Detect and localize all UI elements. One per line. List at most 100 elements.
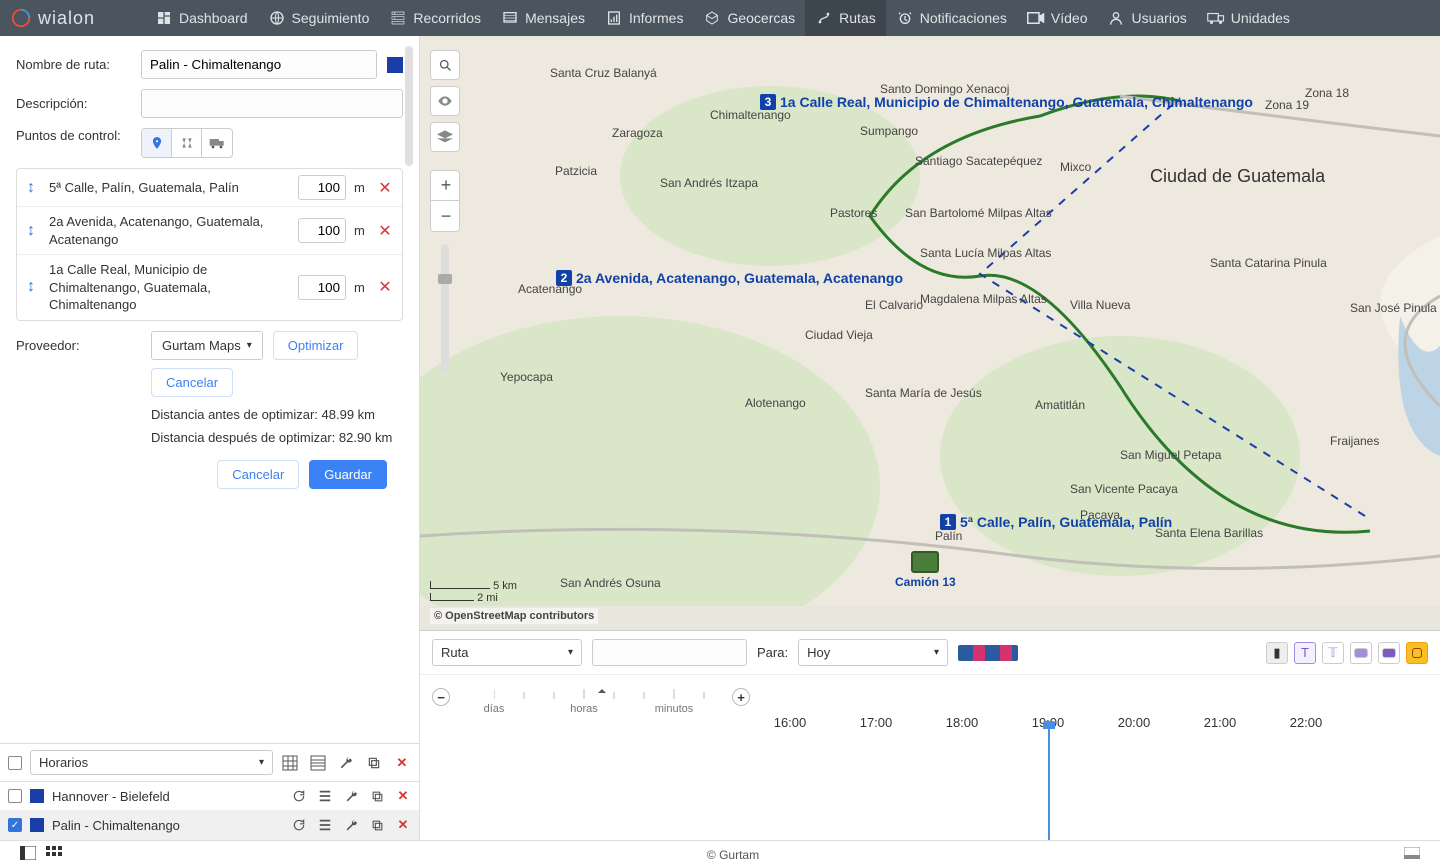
save-button[interactable]: Guardar [309, 460, 387, 489]
layout-grid-icon[interactable] [46, 846, 62, 863]
checkpoint-radius-input[interactable] [298, 275, 346, 300]
checkpoint-list: ↕5ª Calle, Palín, Guatemala, Palínm✕↕2a … [16, 168, 403, 321]
tl-view-4-icon[interactable] [1350, 642, 1372, 664]
route-name-input[interactable] [141, 50, 377, 79]
map-visibility-icon[interactable] [430, 86, 460, 116]
layout-split-icon[interactable] [20, 846, 36, 863]
drag-handle-icon[interactable]: ↕ [27, 278, 41, 296]
expand-icon[interactable] [1404, 847, 1420, 862]
dist-after-label: Distancia después de optimizar: [151, 430, 339, 445]
schedule-wrench-icon[interactable] [337, 754, 355, 772]
route-copy-icon[interactable] [369, 817, 385, 833]
nav-geocercas[interactable]: Geocercas [693, 0, 805, 36]
route-delete-icon[interactable]: ✕ [395, 817, 411, 833]
schedules-select[interactable]: Horarios▾ [30, 750, 273, 775]
checkpoint-unit-tool[interactable] [202, 129, 232, 157]
nav-mensajes[interactable]: Mensajes [491, 0, 595, 36]
timeline-route-select[interactable]: Ruta▾ [432, 639, 582, 666]
tl-view-1-icon[interactable]: ▮ [1266, 642, 1288, 664]
map-city-label: Patzicia [555, 164, 597, 178]
checkpoint-radius-input[interactable] [298, 175, 346, 200]
tl-view-3-icon[interactable]: 𝕋 [1322, 642, 1344, 664]
route-refresh-icon[interactable] [291, 817, 307, 833]
map[interactable]: + − Ciudad de GuatemalaSanta Cruz Balany… [420, 36, 1440, 630]
nav-notificaciones[interactable]: Notificaciones [886, 0, 1017, 36]
route-list-item[interactable]: ✓Palin - Chimaltenango✕ [0, 811, 419, 840]
map-marker-2[interactable]: 2 [556, 270, 572, 286]
map-marker-label: 2a Avenida, Acatenango, Guatemala, Acate… [576, 270, 903, 286]
route-copy-icon[interactable] [369, 788, 385, 804]
drag-handle-icon[interactable]: ↕ [27, 222, 41, 240]
checkpoint-delete-icon[interactable]: ✕ [378, 221, 392, 241]
nav-unidades[interactable]: Unidades [1197, 0, 1300, 36]
schedule-delete-icon[interactable]: ✕ [393, 754, 411, 772]
tl-view-6-icon[interactable] [1406, 642, 1428, 664]
checkpoint-geofence-tool[interactable] [172, 129, 202, 157]
map-city-label: Chimaltenango [710, 108, 791, 122]
checkpoint-marker-tool[interactable] [142, 129, 172, 157]
provider-select[interactable]: Gurtam Maps▾ [151, 331, 263, 360]
nav-recorridos[interactable]: Recorridos [379, 0, 491, 36]
map-city-label: Santa Catarina Pinula [1210, 256, 1327, 270]
map-search-icon[interactable] [430, 50, 460, 80]
route-refresh-icon[interactable] [291, 788, 307, 804]
map-attribution: © OpenStreetMap contributors [430, 608, 598, 624]
optimize-button[interactable]: Optimizar [273, 331, 359, 360]
checkpoint-delete-icon[interactable]: ✕ [378, 277, 392, 297]
tl-view-5-icon[interactable] [1378, 642, 1400, 664]
nav-rutas[interactable]: Rutas [805, 0, 886, 36]
schedule-grid-2-icon[interactable] [309, 754, 327, 772]
route-delete-icon[interactable]: ✕ [395, 788, 411, 804]
map-city-label: Santa María de Jesús [865, 386, 982, 400]
schedule-grid-1-icon[interactable] [281, 754, 299, 772]
zoom-out-button[interactable]: − [431, 201, 460, 231]
video-icon [1027, 9, 1045, 27]
checkpoint-name: 5ª Calle, Palín, Guatemala, Palín [49, 179, 290, 197]
route-checkbox[interactable]: ✓ [8, 818, 22, 832]
timeline-unit-input[interactable] [592, 639, 747, 666]
map-marker-1[interactable]: 1 [940, 514, 956, 530]
route-checkbox[interactable] [8, 789, 22, 803]
timeline-cursor[interactable] [1048, 729, 1050, 840]
route-list-icon[interactable] [317, 788, 333, 804]
timeline-hour-label: 16:00 [774, 715, 807, 730]
scrollbar[interactable] [405, 46, 413, 166]
schedules-checkbox[interactable] [8, 756, 22, 770]
nav-dashboard[interactable]: Dashboard [145, 0, 258, 36]
checkpoint-row: ↕ 1a Calle Real, Municipio de Chimaltenan… [17, 255, 402, 320]
checkpoint-type-tools [141, 128, 233, 158]
route-wrench-icon[interactable] [343, 817, 359, 833]
timeline-zoom-out[interactable]: − [432, 688, 450, 706]
map-marker-3[interactable]: 3 [760, 94, 776, 110]
users-icon [1107, 9, 1125, 27]
nav-informes[interactable]: Informes [595, 0, 693, 36]
nav-seguimiento[interactable]: Seguimiento [258, 0, 380, 36]
route-list-item[interactable]: Hannover - Bielefeld✕ [0, 782, 419, 811]
checkpoint-name: 1a Calle Real, Municipio de Chimaltenang… [49, 261, 290, 314]
timeline-zoom-in[interactable]: + [732, 688, 750, 706]
tl-view-2-icon[interactable]: T [1294, 642, 1316, 664]
vehicle-marker[interactable]: Camión 13 [895, 551, 956, 589]
optimize-cancel-button[interactable]: Cancelar [151, 368, 233, 397]
route-color-swatch[interactable] [387, 57, 403, 73]
nav-usuarios[interactable]: Usuarios [1097, 0, 1196, 36]
description-input[interactable] [141, 89, 403, 118]
copyright: © Gurtam [62, 848, 1404, 862]
logo-text: wialon [38, 8, 95, 29]
nav-vídeo[interactable]: Vídeo [1017, 0, 1098, 36]
sidebar: Nombre de ruta: Descripción: Puntos de c… [0, 36, 420, 840]
drag-handle-icon[interactable]: ↕ [27, 179, 41, 197]
checkpoint-delete-icon[interactable]: ✕ [378, 178, 392, 198]
route-list-icon[interactable] [317, 817, 333, 833]
map-city-label: Fraijanes [1330, 434, 1379, 448]
zoom-in-button[interactable]: + [431, 171, 460, 201]
route-wrench-icon[interactable] [343, 788, 359, 804]
timeline-period-select[interactable]: Hoy▾ [798, 639, 948, 666]
map-layers-icon[interactable] [430, 122, 460, 152]
map-city-label: San Miguel Petapa [1120, 448, 1221, 462]
checkpoint-radius-input[interactable] [298, 218, 346, 243]
map-city-label: Ciudad de Guatemala [1150, 166, 1325, 187]
schedule-copy-icon[interactable] [365, 754, 383, 772]
cancel-button[interactable]: Cancelar [217, 460, 299, 489]
zoom-slider[interactable] [441, 244, 449, 374]
